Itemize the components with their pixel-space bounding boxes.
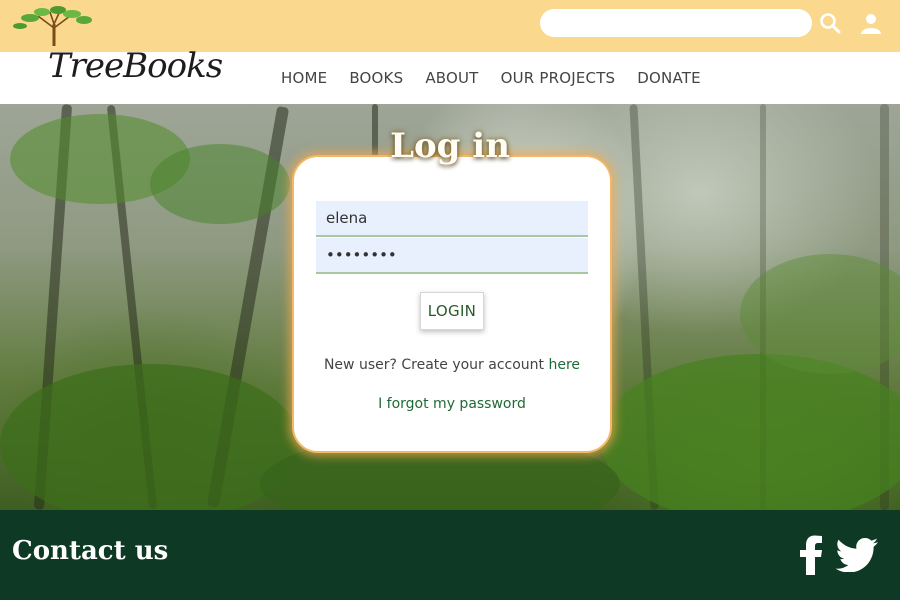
tree-logo-icon	[13, 6, 92, 46]
main-nav: HOME BOOKS ABOUT OUR PROJECTS DONATE	[270, 52, 712, 104]
search-input[interactable]	[540, 9, 812, 37]
new-user-text: New user? Create your account here	[292, 357, 612, 373]
twitter-icon[interactable]	[836, 538, 878, 572]
forgot-password-link[interactable]: I forgot my password	[292, 396, 612, 412]
nav-item-home[interactable]: HOME	[270, 69, 338, 87]
nav-item-donate[interactable]: DONATE	[626, 69, 712, 87]
user-icon[interactable]	[859, 11, 883, 35]
search-icon[interactable]	[819, 12, 841, 34]
facebook-icon[interactable]	[798, 535, 824, 575]
login-title: Log in	[390, 126, 510, 166]
logo-text: TreeBooks	[48, 46, 223, 86]
password-field[interactable]	[316, 238, 588, 274]
nav-item-our-projects[interactable]: OUR PROJECTS	[490, 69, 627, 87]
nav-item-about[interactable]: ABOUT	[414, 69, 489, 87]
create-account-link[interactable]: here	[548, 357, 580, 373]
login-button[interactable]: LOGIN	[420, 292, 484, 330]
username-field[interactable]	[316, 201, 588, 237]
logo[interactable]: TreeBooks	[10, 6, 223, 92]
contact-title: Contact us	[12, 536, 169, 566]
new-user-label: New user? Create your account	[323, 357, 549, 373]
foliage	[0, 364, 300, 510]
nav-item-books[interactable]: BOOKS	[338, 69, 414, 87]
